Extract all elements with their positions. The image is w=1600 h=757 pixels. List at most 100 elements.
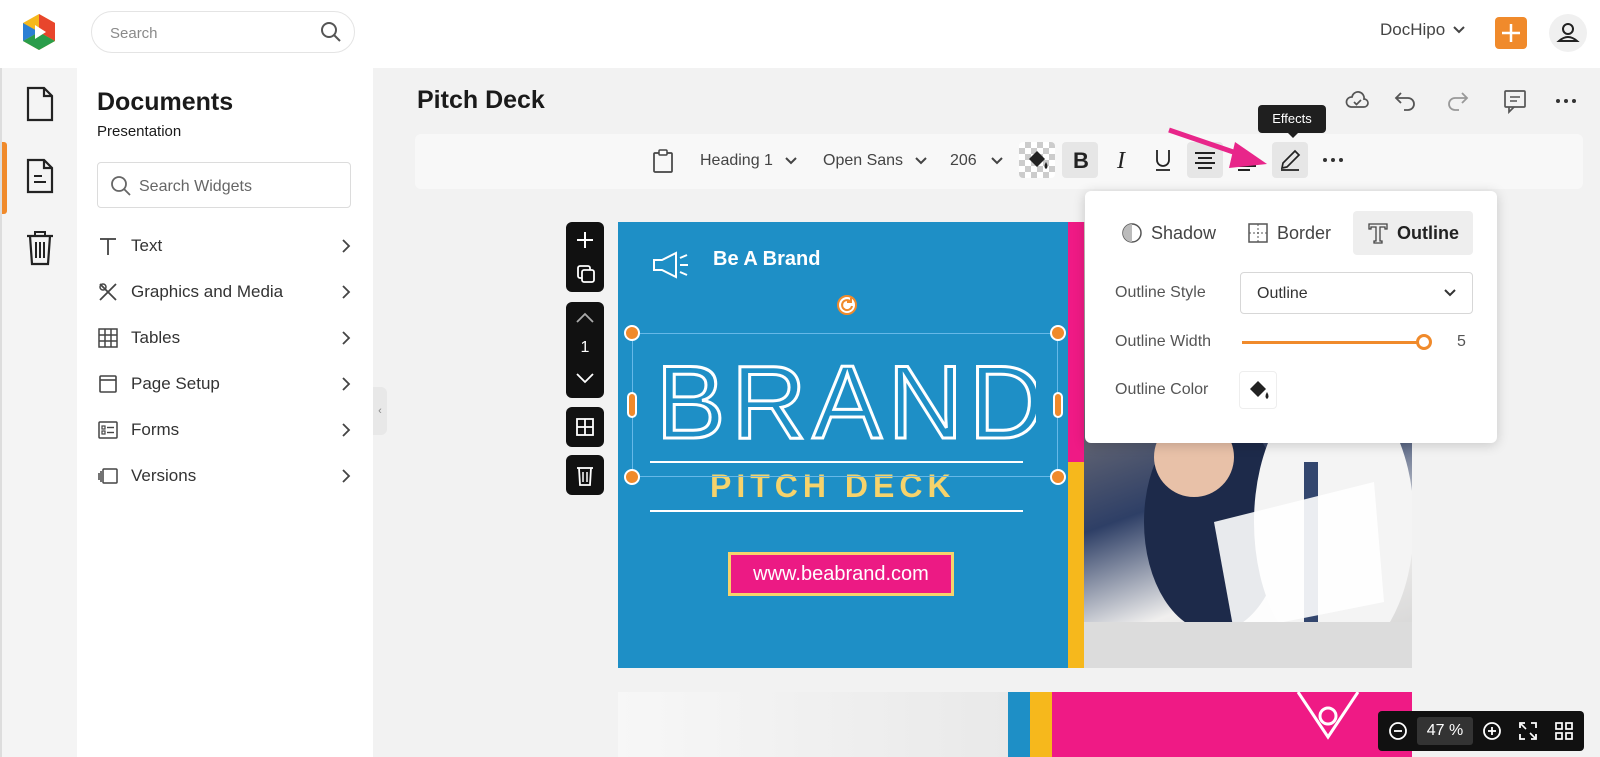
paint-bucket-icon (1250, 381, 1269, 399)
resize-handle-left[interactable] (627, 392, 637, 418)
widget-item-label: Page Setup (131, 374, 220, 393)
page-number: 1 (580, 339, 590, 356)
outline-width-slider-knob[interactable] (1416, 334, 1432, 350)
font-size-dropdown[interactable]: 206 (950, 146, 1003, 176)
left-icon-rail (0, 68, 77, 757)
dochipo-logo[interactable] (20, 12, 58, 52)
effects-popup: Shadow Border Outline Outline Style Outl… (1085, 191, 1497, 443)
text-style-dropdown[interactable]: Heading 1 (700, 146, 797, 176)
collapse-panel-button[interactable]: ‹ (373, 387, 387, 435)
selection-box (632, 333, 1058, 477)
zoom-out-icon[interactable] (1388, 721, 1408, 741)
chevron-down-icon (990, 157, 1003, 165)
more-toolbar-button[interactable] (1315, 142, 1351, 178)
widget-item-label: Forms (131, 420, 180, 439)
resize-handle-right[interactable] (1053, 392, 1063, 418)
bold-icon: B (1073, 148, 1089, 173)
graphics-icon (97, 281, 119, 303)
widget-item-label: Graphics and Media (131, 282, 284, 301)
create-new-button[interactable] (1495, 17, 1527, 49)
resize-handle-bottom-right[interactable] (1050, 469, 1066, 485)
font-family-dropdown[interactable]: Open Sans (823, 146, 927, 176)
top-bar: Search DocHipo (0, 0, 1600, 68)
presentation-doc-icon (26, 158, 54, 194)
widget-item-graphics[interactable]: Graphics and Media (97, 272, 351, 312)
undo-icon[interactable] (1392, 88, 1418, 114)
text-color-button[interactable] (1019, 142, 1055, 178)
zoom-value: 47 (1426, 722, 1445, 739)
zoom-in-icon[interactable] (1482, 721, 1502, 741)
pencil-icon (1280, 149, 1301, 171)
page-setup-icon (97, 373, 119, 395)
grid-icon (576, 418, 594, 436)
slide-2[interactable] (618, 692, 1412, 757)
tab-shadow[interactable]: Shadow (1107, 211, 1230, 255)
widget-item-tables[interactable]: Tables (97, 318, 351, 358)
text-style-value: Heading 1 (700, 152, 773, 169)
widget-item-text[interactable]: Text (97, 226, 351, 266)
rail-documents[interactable] (2, 70, 79, 142)
outline-color-picker[interactable] (1239, 371, 1277, 409)
divider-line (650, 510, 1023, 512)
search-icon (111, 176, 131, 196)
chevron-down-icon (915, 157, 927, 165)
rotate-handle[interactable] (837, 295, 857, 315)
cloud-saved-icon[interactable] (1344, 88, 1370, 114)
tab-outline[interactable]: Outline (1353, 211, 1473, 255)
rail-presentation[interactable] (2, 142, 79, 214)
slide-2-yellow-stripe (1030, 692, 1052, 757)
fullscreen-icon[interactable] (1518, 721, 1538, 741)
chevron-up-icon[interactable] (575, 312, 595, 324)
redo-icon[interactable] (1445, 88, 1471, 114)
outline-style-select[interactable]: Outline (1240, 272, 1473, 314)
add-slide-icon[interactable] (575, 230, 595, 250)
zoom-controls: 47 % (1378, 711, 1584, 751)
widget-item-label: Versions (131, 466, 197, 485)
resize-handle-top-right[interactable] (1050, 325, 1066, 341)
italic-button[interactable]: I (1104, 142, 1140, 178)
comment-icon[interactable] (1502, 88, 1528, 114)
grid-view-button[interactable] (566, 407, 604, 447)
rail-trash[interactable] (2, 214, 79, 286)
outline-width-value: 5 (1457, 333, 1466, 350)
annotation-arrow (1168, 127, 1267, 168)
resize-handle-bottom-left[interactable] (624, 469, 640, 485)
font-size-value: 206 (950, 152, 977, 169)
widget-item-forms[interactable]: Forms (97, 410, 351, 450)
shadow-icon (1122, 223, 1142, 243)
svg-text:I: I (1116, 148, 1126, 174)
widget-search-input[interactable]: Search Widgets (97, 162, 351, 208)
outline-color-label: Outline Color (1115, 381, 1209, 398)
account-menu[interactable]: DocHipo (1380, 20, 1465, 40)
widget-panel: Documents Presentation Search Widgets Te… (77, 68, 373, 757)
tab-border[interactable]: Border (1233, 211, 1345, 255)
chevron-down-icon[interactable] (575, 372, 595, 384)
grid-view-icon[interactable] (1554, 721, 1574, 741)
slide-tagline[interactable]: Be A Brand (713, 248, 820, 271)
delete-slide-button[interactable] (566, 455, 604, 495)
zoom-unit: % (1449, 722, 1464, 739)
duplicate-slide-icon[interactable] (576, 264, 596, 284)
search-icon[interactable] (320, 21, 342, 43)
bold-button[interactable]: B (1062, 142, 1098, 178)
effects-button[interactable] (1272, 142, 1308, 178)
font-family-value: Open Sans (823, 152, 904, 169)
zoom-level[interactable]: 47 % (1417, 717, 1473, 745)
svg-text:B: B (1073, 148, 1089, 173)
slide-2-photo (618, 692, 1008, 757)
document-icon (26, 86, 54, 122)
panel-title: Documents (97, 88, 234, 116)
widget-item-label: Text (131, 236, 163, 255)
widget-item-page-setup[interactable]: Page Setup (97, 364, 351, 404)
slide-url[interactable]: www.beabrand.com (728, 552, 954, 596)
global-search-input[interactable]: Search (91, 11, 355, 53)
more-options-icon[interactable] (1553, 88, 1579, 114)
chevron-right-icon (342, 239, 351, 253)
plus-icon (1502, 24, 1520, 42)
document-title[interactable]: Pitch Deck (417, 86, 545, 115)
resize-handle-top-left[interactable] (624, 325, 640, 341)
outline-width-slider-track[interactable] (1242, 341, 1422, 344)
user-avatar-button[interactable] (1549, 14, 1587, 52)
widget-item-versions[interactable]: Versions (97, 456, 351, 496)
clipboard-icon[interactable] (652, 149, 674, 173)
